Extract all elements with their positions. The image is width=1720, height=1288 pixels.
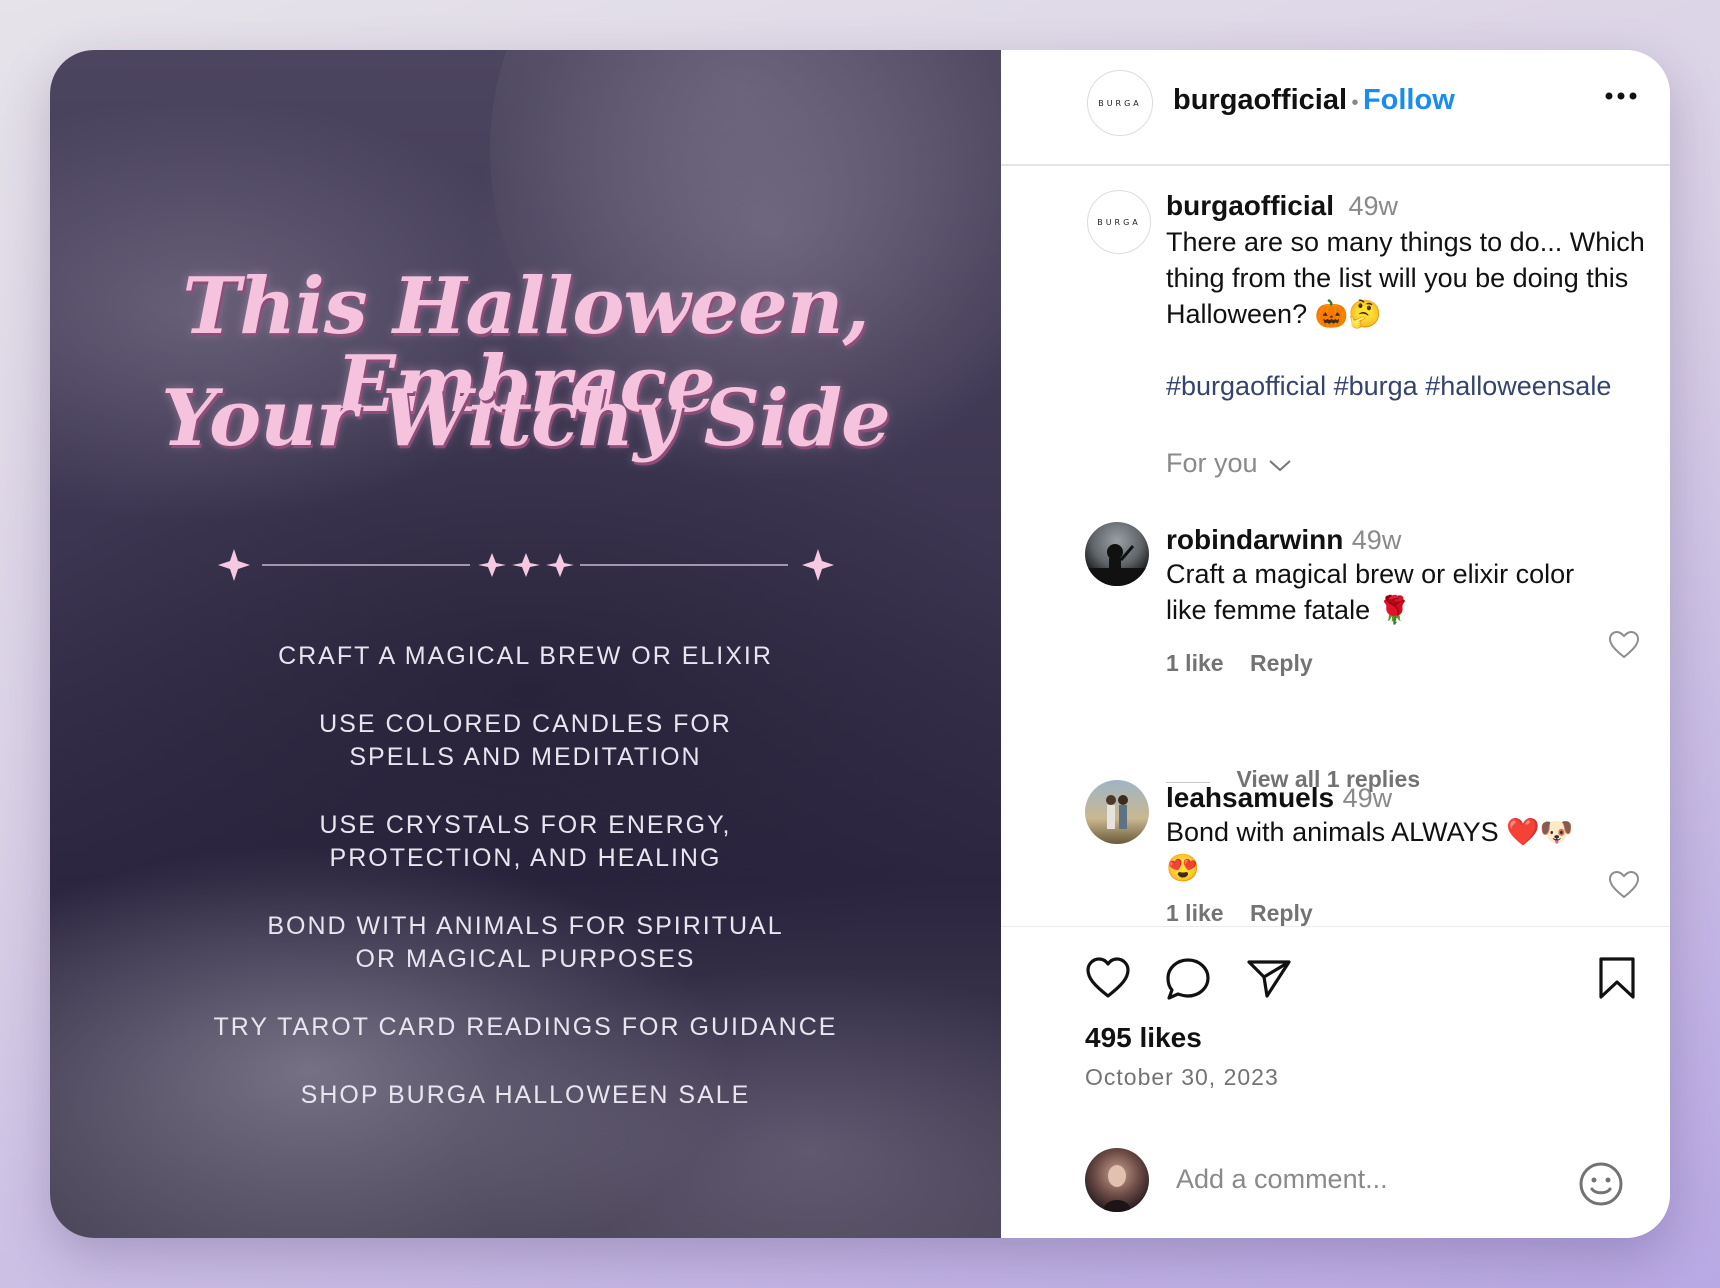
comment: leahsamuels 49w Bond with animals ALWAYS…	[1166, 782, 1606, 927]
image-list-item: CRAFT A MAGICAL BREW OR ELIXIR	[278, 642, 773, 670]
profile-avatar[interactable]: BURGA	[1087, 70, 1153, 136]
comment-time: 49w	[1342, 783, 1393, 813]
image-list: CRAFT A MAGICAL BREW OR ELIXIR USE COLOR…	[50, 640, 1001, 1147]
comment-like-icon[interactable]	[1608, 870, 1640, 900]
comment-like-icon[interactable]	[1608, 630, 1640, 660]
send-icon[interactable]	[1245, 956, 1293, 1000]
likes-count[interactable]: 495 likes	[1085, 1022, 1202, 1054]
emoji-icon[interactable]	[1577, 1160, 1625, 1208]
comment-icon[interactable]	[1164, 956, 1212, 1002]
bookmark-icon[interactable]	[1597, 956, 1637, 1000]
sparkle-divider	[50, 545, 1001, 585]
image-list-item: USE CRYSTALS FOR ENERGY, PROTECTION, AND…	[319, 811, 732, 872]
commenter-avatar[interactable]	[1085, 780, 1149, 844]
commenter-avatar[interactable]	[1085, 522, 1149, 586]
image-list-item: SHOP BURGA HALLOWEEN SALE	[300, 1081, 751, 1109]
user-photo-icon	[1103, 1165, 1131, 1212]
post-header: BURGA burgaofficial • Follow	[1001, 50, 1670, 166]
for-you-dropdown[interactable]: For you	[1166, 448, 1292, 479]
comment-likes[interactable]: 1 like	[1166, 900, 1224, 926]
reply-button[interactable]: Reply	[1250, 900, 1313, 926]
caption-avatar[interactable]: BURGA	[1087, 190, 1151, 254]
comment: robindarwinn 49w Craft a magical brew or…	[1166, 524, 1606, 677]
image-headline-line2: Your Witchy Side	[161, 373, 891, 464]
heart-icon[interactable]	[1085, 956, 1131, 1000]
comment-time: 49w	[1351, 525, 1402, 555]
post-sidebar: BURGA burgaofficial • Follow BURGA burga…	[1001, 50, 1670, 1238]
caption-text: There are so many things to do... Which …	[1166, 227, 1645, 329]
more-horizontal-icon	[1605, 92, 1637, 100]
people-photo-icon	[1106, 795, 1128, 829]
chevron-down-icon	[1269, 460, 1291, 472]
caption-username[interactable]: burgaofficial	[1166, 190, 1334, 221]
comment-username[interactable]: robindarwinn	[1166, 524, 1343, 555]
header-username[interactable]: burgaofficial	[1173, 84, 1347, 116]
comment-text: Bond with animals ALWAYS ❤️🐶😍	[1166, 817, 1574, 883]
post-card: This Halloween, Embrace Your Witchy Side…	[50, 50, 1670, 1238]
actions-divider	[1001, 926, 1670, 927]
follow-button[interactable]: Follow	[1363, 84, 1455, 116]
comment-text: Craft a magical brew or elixir color lik…	[1166, 559, 1575, 625]
caption: burgaofficial 49w There are so many thin…	[1166, 190, 1646, 404]
header-separator: •	[1351, 92, 1359, 114]
current-user-avatar[interactable]	[1085, 1148, 1149, 1212]
post-date[interactable]: October 30, 2023	[1085, 1064, 1279, 1091]
caption-hashtags[interactable]: #burgaofficial #burga #halloweensale	[1166, 368, 1646, 404]
image-list-item: TRY TAROT CARD READINGS FOR GUIDANCE	[213, 1013, 838, 1041]
for-you-label: For you	[1166, 448, 1258, 478]
image-list-item: BOND WITH ANIMALS FOR SPIRITUAL OR MAGIC…	[267, 912, 784, 973]
post-image[interactable]: This Halloween, Embrace Your Witchy Side…	[50, 50, 1001, 1238]
caption-time: 49w	[1348, 191, 1398, 221]
reply-button[interactable]: Reply	[1250, 650, 1313, 676]
silhouette-icon	[1085, 544, 1149, 586]
add-comment-input[interactable]: Add a comment...	[1176, 1164, 1388, 1195]
comment-likes[interactable]: 1 like	[1166, 650, 1224, 676]
comment-username[interactable]: leahsamuels	[1166, 782, 1334, 813]
more-options-button[interactable]	[1604, 88, 1638, 106]
image-list-item: USE COLORED CANDLES FOR SPELLS AND MEDIT…	[319, 710, 732, 771]
